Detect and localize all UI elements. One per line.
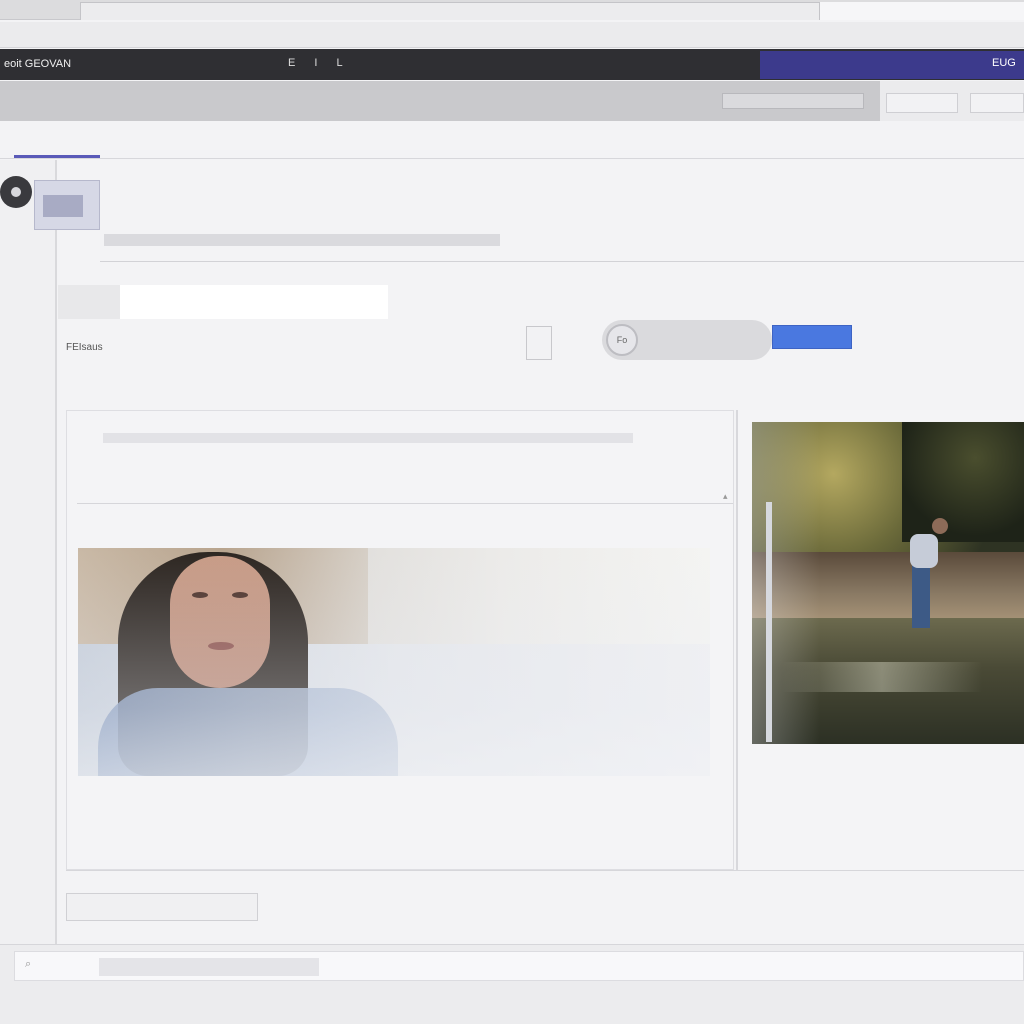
nav-tabs [0, 135, 1024, 159]
site-brand[interactable]: eoit GEOVAN [4, 58, 71, 70]
sub-toolbar [0, 81, 880, 121]
video-overlay-right [752, 422, 1024, 744]
sub-toolbar-button-2[interactable] [970, 93, 1024, 113]
search-icon[interactable]: ⌕ [25, 958, 31, 971]
active-tab-indicator [14, 155, 100, 158]
document-icon[interactable] [526, 326, 552, 360]
pill-avatar: Fo [606, 324, 638, 356]
promo-banner[interactable]: EUG [760, 51, 1024, 79]
primary-button[interactable] [772, 325, 852, 349]
bottom-section [66, 870, 1024, 926]
info-row [0, 387, 1024, 407]
bottom-tab-group [66, 893, 258, 921]
text-field[interactable] [120, 285, 388, 319]
header-line-3 [104, 234, 500, 246]
filter-line: FEIsaus [66, 342, 103, 353]
thumbnail-image-icon [43, 195, 83, 217]
content-header [100, 182, 1024, 262]
browser-tab-strip [0, 0, 1024, 20]
header-glyph-icons[interactable]: Ε Ι L [288, 57, 351, 69]
text-field-wrapper [58, 285, 388, 319]
browser-tab-active[interactable] [80, 2, 820, 20]
video-thumbnail-woman[interactable] [78, 548, 710, 776]
item-thumbnail[interactable] [34, 180, 100, 230]
section-divider [77, 503, 733, 504]
card-line-1 [103, 433, 633, 443]
collapse-chevron-icon[interactable]: ▴ [723, 491, 728, 502]
sub-toolbar-right [880, 81, 1024, 121]
video-overlay [78, 548, 710, 776]
promo-end: EUG [992, 57, 1016, 69]
browser-tab-new[interactable] [820, 2, 1024, 20]
video-thumbnail-river[interactable] [752, 422, 1024, 744]
browser-toolbar [0, 22, 1024, 48]
site-header: eoit GEOVAN Ε Ι L EUG [0, 49, 1024, 80]
left-rail [0, 160, 57, 1024]
toggle-pill[interactable]: Fo [602, 320, 772, 360]
settings-gear-icon[interactable] [0, 176, 32, 208]
filter-prefix: FEIsaus [66, 342, 103, 353]
footer-search-bar: ⌕ [14, 951, 1024, 981]
footer-search-input[interactable] [99, 958, 319, 976]
sub-toolbar-button-1[interactable] [886, 93, 958, 113]
footer: ⌕ [0, 944, 1024, 1024]
sub-toolbar-field[interactable] [722, 93, 864, 109]
